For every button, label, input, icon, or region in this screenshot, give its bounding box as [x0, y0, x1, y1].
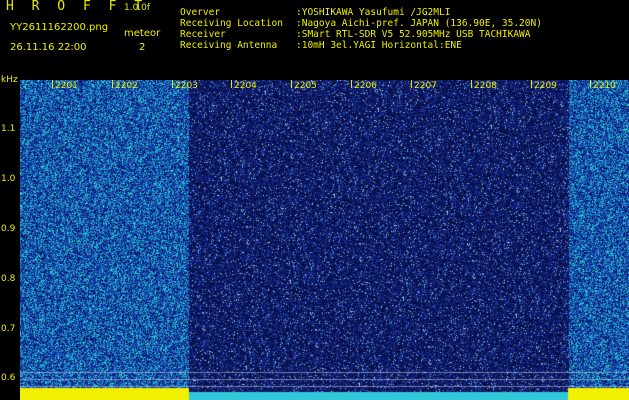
minute-label: 2207	[414, 81, 437, 91]
meta-observer: Overver :YOSHIKAWA Yasufumi /JG2MLI	[180, 7, 450, 18]
y-tick-label: 1.1	[1, 124, 16, 134]
meta-key: Receiving Antenna	[180, 40, 278, 51]
minute-separator	[231, 80, 232, 88]
timestamp-label: 26.11.16 22:00	[10, 42, 87, 53]
meta-value: :SMart RTL-SDR V5 52.905MHz USB TACHIKAW…	[296, 29, 531, 40]
minute-separator	[471, 80, 472, 88]
minute-label: 2201	[55, 81, 78, 91]
minute-label: 2202	[115, 81, 138, 91]
meteor-label: meteor	[124, 28, 161, 39]
minute-separator	[172, 80, 173, 88]
meteor-count: 2	[139, 42, 146, 53]
minute-separator	[590, 80, 591, 88]
meta-key: Receiving Location	[180, 18, 283, 29]
minute-separator	[411, 80, 412, 88]
minute-separator	[112, 80, 113, 88]
minute-separator	[52, 80, 53, 88]
filename-label: YY2611162200.png	[10, 22, 109, 33]
meta-value: :YOSHIKAWA Yasufumi /JG2MLI	[296, 7, 451, 18]
y-tick-label: 0.7	[1, 324, 16, 334]
meta-receiver: Receiver :SMart RTL-SDR V5 52.905MHz USB …	[180, 29, 531, 40]
minute-separator	[531, 80, 532, 88]
meta-key: Overver	[180, 7, 221, 18]
minute-label: 2209	[534, 81, 557, 91]
meta-antenna: Receiving Antenna :10mH 3el.YAGI Horizont…	[180, 40, 462, 51]
minute-label: 2203	[175, 81, 198, 91]
minute-label: 2210	[593, 81, 616, 91]
version-label: 1.0.0f	[124, 3, 151, 13]
meta-value: :10mH 3el.YAGI Horizontal:ENE	[296, 40, 462, 51]
y-tick-label: 1.0	[1, 174, 16, 184]
khz-unit-label: kHz	[1, 75, 18, 85]
minute-separator	[291, 80, 292, 88]
minute-separator	[351, 80, 352, 88]
meta-value: :Nagoya Aichi-pref. JAPAN (136.90E, 35.2…	[296, 18, 542, 29]
minute-label: 2208	[474, 81, 497, 91]
minute-label: 2205	[294, 81, 317, 91]
meta-key: Receiver	[180, 29, 226, 40]
y-tick-label: 0.9	[1, 224, 16, 234]
y-tick-label: 0.8	[1, 274, 16, 284]
y-tick-label: 0.6	[1, 373, 16, 383]
minute-label: 2204	[234, 81, 257, 91]
meta-location: Receiving Location :Nagoya Aichi-pref. JA…	[180, 18, 542, 29]
minute-label: 2206	[354, 81, 377, 91]
spectrogram-canvas	[20, 80, 629, 400]
